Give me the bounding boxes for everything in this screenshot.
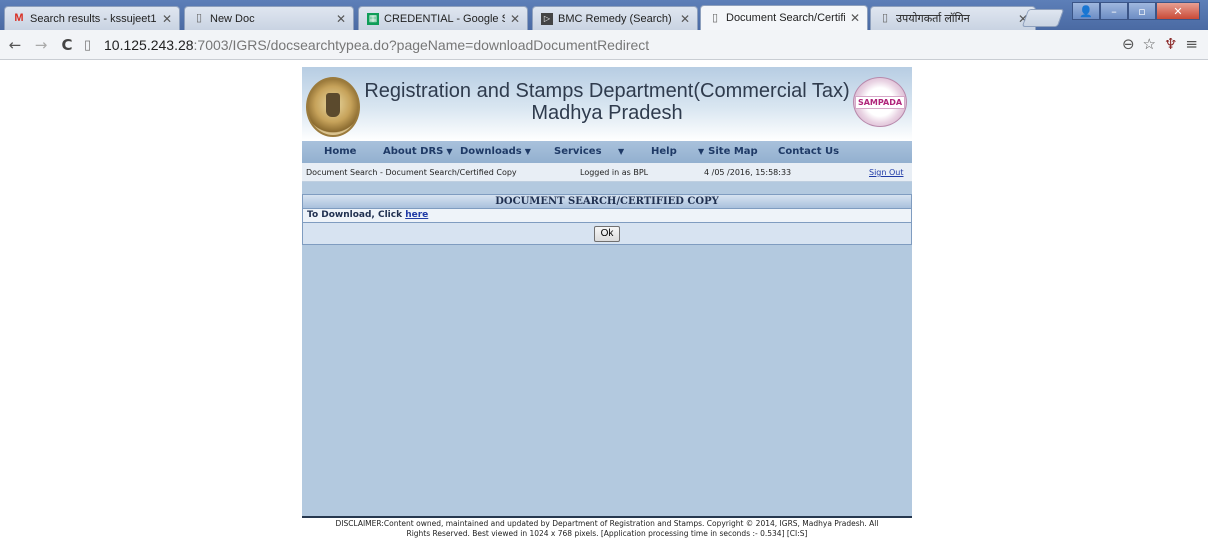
panel-heading: DOCUMENT SEARCH/CERTIFIED COPY	[303, 195, 911, 209]
menu-icon[interactable]: ≡	[1185, 35, 1198, 53]
menu-item-contact-us[interactable]: Contact Us	[778, 146, 839, 157]
address-bar[interactable]: ▯ 10.125.243.28:7003/IGRS/docsearchtypea…	[84, 33, 1094, 56]
main-menu: Home About DRS ▼ Downloads ▼ Services ▼ He…	[302, 141, 912, 163]
caret-down-icon: ▼	[446, 147, 453, 156]
caret-down-icon: ▼	[524, 147, 531, 156]
extension-icon[interactable]: ♆	[1164, 35, 1177, 53]
bookmark-star-icon[interactable]: ☆	[1143, 35, 1156, 53]
forward-arrow-icon[interactable]: →	[30, 36, 52, 54]
browser-tab-document-search[interactable]: ▯ Document Search/Certifie ✕	[700, 5, 868, 30]
site-title: Registration and Stamps Department(Comme…	[364, 80, 850, 124]
close-icon[interactable]: ✕	[849, 11, 861, 25]
sign-out-link[interactable]: Sign Out	[869, 168, 904, 177]
remedy-icon: ▷	[541, 12, 553, 25]
caret-down-icon: ▼	[698, 147, 705, 156]
close-icon[interactable]: ✕	[509, 12, 521, 26]
download-here-link[interactable]: here	[405, 210, 428, 220]
browser-tab-new-doc[interactable]: ▯ New Doc ✕	[184, 6, 354, 30]
logged-in-user: Logged in as BPL	[580, 168, 649, 177]
ok-button[interactable]: Ok	[594, 225, 620, 242]
menu-item-downloads[interactable]: Downloads ▼	[460, 146, 531, 157]
browser-tab-credential[interactable]: ▦ CREDENTIAL - Google She ✕	[358, 6, 528, 30]
close-window-button[interactable]: ✕	[1156, 2, 1200, 20]
button-row: Ok	[303, 223, 911, 244]
caret-down-icon[interactable]: ▼	[615, 146, 624, 157]
document-search-panel: DOCUMENT SEARCH/CERTIFIED COPY To Downlo…	[302, 194, 912, 245]
toolbar-right-tools: ⊖ ☆ ♆ ≡	[1122, 35, 1198, 53]
maximize-button[interactable]: ▫	[1128, 2, 1156, 20]
gmail-icon: M	[14, 12, 24, 24]
reload-icon[interactable]: C	[56, 36, 78, 54]
disclaimer-footer: DISCLAIMER:Content owned, maintained and…	[302, 516, 912, 540]
download-row: To Download, Click here	[303, 209, 911, 223]
document-icon: ▯	[881, 12, 889, 24]
new-tab-button[interactable]	[1021, 9, 1065, 27]
datetime: 4 /05 /2016, 15:58:33	[704, 168, 792, 177]
browser-toolbar: ← → C ▯ 10.125.243.28:7003/IGRS/docsearc…	[0, 30, 1208, 60]
close-icon[interactable]: ✕	[335, 12, 347, 26]
minimize-button[interactable]: –	[1100, 2, 1128, 20]
browser-tab-gmail[interactable]: M Search results - kssujeet15 ✕	[4, 6, 180, 30]
close-icon[interactable]: ✕	[161, 12, 173, 26]
browser-tab-bmc-remedy[interactable]: ▷ BMC Remedy (Search) ✕	[532, 6, 698, 30]
menu-item-services[interactable]: Services	[554, 146, 602, 157]
zoom-icon[interactable]: ⊖	[1122, 35, 1135, 53]
document-icon: ▯	[711, 11, 719, 24]
close-icon[interactable]: ✕	[679, 12, 691, 26]
user-profile-icon[interactable]: 👤	[1072, 2, 1100, 20]
document-icon: ▯	[195, 12, 203, 24]
page-icon: ▯	[84, 36, 92, 52]
browser-tab-user-login[interactable]: ▯ उपयोगकर्ता लॉगिन ✕	[870, 6, 1036, 30]
menu-item-help[interactable]: Help	[651, 146, 677, 157]
menu-item-home[interactable]: Home	[324, 146, 356, 157]
sheets-icon: ▦	[367, 12, 379, 25]
browser-tab-strip: M Search results - kssujeet15 ✕ ▯ New Do…	[0, 0, 1208, 30]
window-controls: 👤 – ▫ ✕	[1072, 2, 1200, 20]
page-container: Registration and Stamps Department(Comme…	[302, 67, 912, 540]
menu-item-about-drs[interactable]: About DRS ▼	[383, 146, 453, 157]
back-arrow-icon[interactable]: ←	[4, 36, 26, 54]
menu-item-site-map[interactable]: ▼ Site Map	[698, 146, 758, 157]
sampada-logo: SAMPADA	[853, 77, 907, 127]
status-bar: Document Search - Document Search/Certif…	[302, 163, 912, 182]
site-header: Registration and Stamps Department(Comme…	[302, 67, 912, 141]
breadcrumb: Document Search - Document Search/Certif…	[306, 168, 517, 177]
state-emblem-logo	[306, 77, 360, 137]
